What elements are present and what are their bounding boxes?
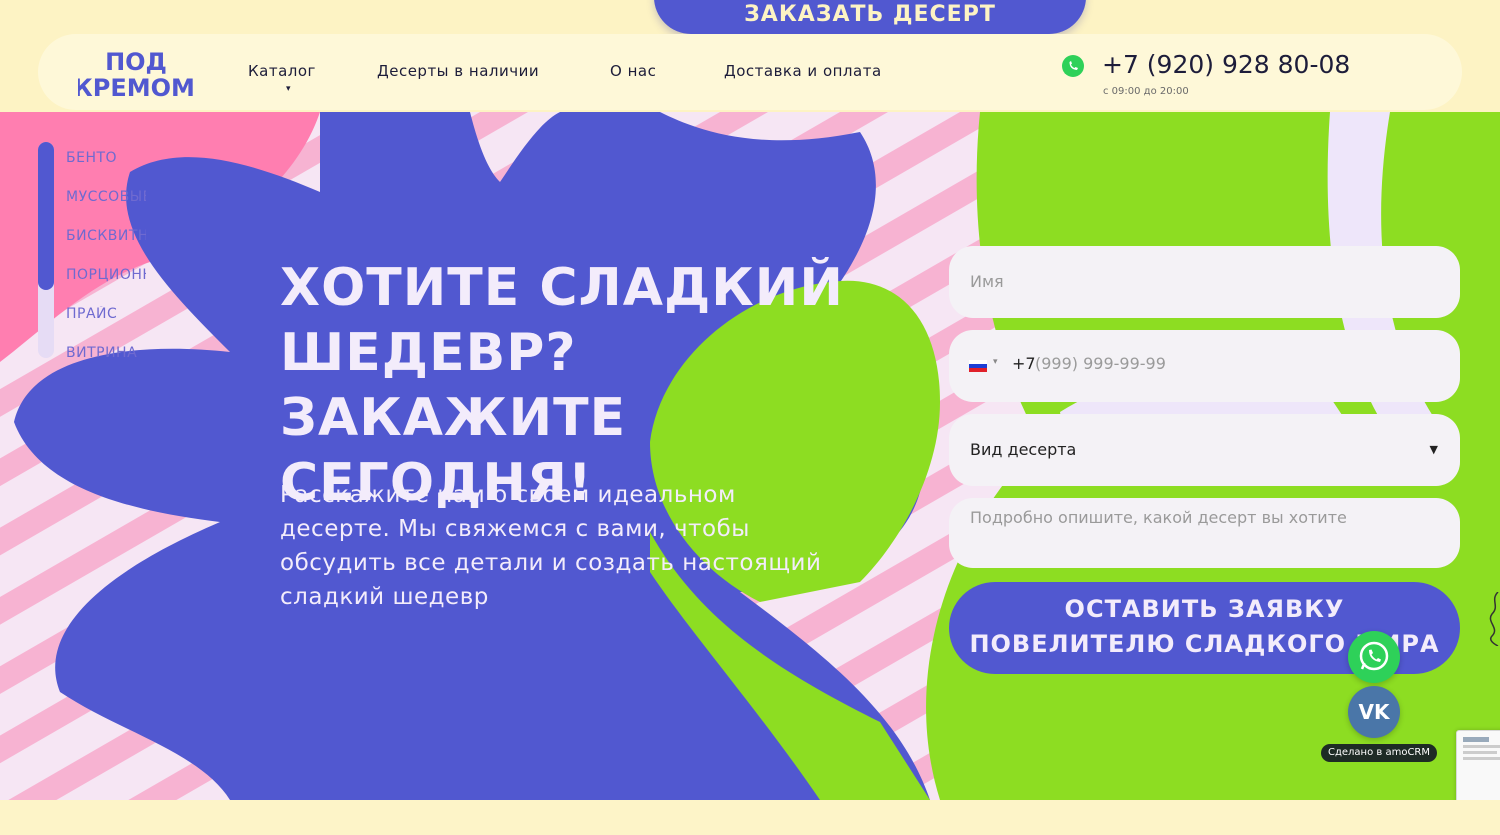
select-chevron-down-icon[interactable]: ▼ bbox=[1430, 414, 1438, 486]
phone-country-code: +7 bbox=[1012, 354, 1036, 373]
phone-number[interactable]: +7 (920) 928 80-08 bbox=[1102, 50, 1350, 79]
submit-line1: Оставить заявку bbox=[1064, 595, 1345, 623]
hero-title-line2: шедевр? bbox=[280, 323, 577, 383]
sidebar-item-price[interactable]: ПРАЙС bbox=[66, 306, 146, 322]
name-input[interactable]: Имя bbox=[949, 246, 1460, 318]
country-chevron-down-icon[interactable]: ▾ bbox=[993, 357, 998, 367]
phone-placeholder: (999) 999-99-99 bbox=[1035, 354, 1166, 373]
hero-title: Хотите сладкий шедевр? Закажите сегодня! bbox=[280, 256, 940, 516]
dessert-type-select[interactable]: Вид десерта ▼ bbox=[949, 414, 1460, 486]
dessert-type-value: Вид десерта bbox=[970, 440, 1077, 459]
order-dessert-button[interactable]: ЗАКАЗАТЬ ДЕСЕРТ bbox=[654, 0, 1086, 34]
hero-subtitle: Расскажите нам о своем идеальном десерте… bbox=[280, 482, 822, 610]
sidebar-scroll-thumb[interactable] bbox=[38, 142, 54, 290]
vk-float-button[interactable]: VK bbox=[1348, 686, 1400, 738]
phone-input[interactable]: ▾ +7 (999) 999-99-99 bbox=[949, 330, 1460, 402]
russia-flag-icon[interactable] bbox=[969, 360, 987, 372]
vk-icon: VK bbox=[1358, 700, 1390, 724]
decorative-squiggle bbox=[1489, 592, 1499, 646]
sidebar-item-mousse[interactable]: МУССОВЫЕ bbox=[66, 189, 146, 205]
nav-delivery-payment[interactable]: Доставка и оплата bbox=[724, 62, 882, 80]
sidebar-item-biscuit[interactable]: БИСКВИТНЫЕ bbox=[66, 228, 146, 244]
nav-catalog[interactable]: Каталог bbox=[248, 62, 316, 80]
sidebar-item-bento[interactable]: БЕНТО bbox=[66, 150, 146, 166]
sidebar-item-showcase[interactable]: ВИТРИНА bbox=[66, 345, 146, 361]
chevron-down-icon[interactable]: ▾ bbox=[286, 84, 291, 94]
details-textarea[interactable]: Подробно опишите, какой десерт вы хотите bbox=[949, 498, 1460, 568]
hero-title-line1: Хотите сладкий bbox=[280, 258, 844, 318]
whatsapp-icon[interactable] bbox=[1061, 54, 1085, 78]
logo-mark: ПОД КРЕМОМ bbox=[73, 48, 195, 102]
amocrm-badge[interactable]: Сделано в amoCRM bbox=[1321, 744, 1437, 762]
whatsapp-float-button[interactable] bbox=[1348, 631, 1400, 683]
sidebar-item-portion[interactable]: ПОРЦИОННЫЕ bbox=[66, 267, 146, 283]
nav-desserts-in-stock[interactable]: Десерты в наличии bbox=[377, 62, 539, 80]
logo[interactable]: ПОД КРЕМОМ bbox=[73, 46, 195, 102]
whatsapp-icon bbox=[1359, 641, 1389, 671]
logo-line1: ПОД bbox=[105, 48, 167, 76]
bottom-strip bbox=[0, 800, 1500, 835]
logo-line2: КРЕМОМ bbox=[78, 74, 194, 102]
nav-about[interactable]: О нас bbox=[610, 62, 656, 80]
working-hours: с 09:00 до 20:00 bbox=[1103, 86, 1189, 97]
